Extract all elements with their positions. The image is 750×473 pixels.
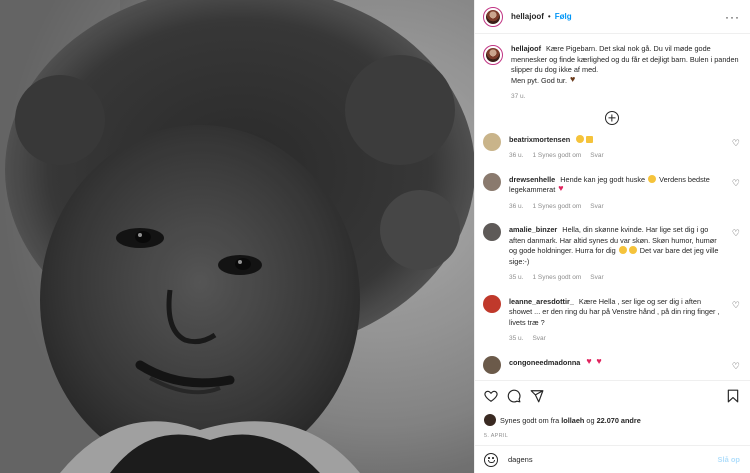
caption-username[interactable]: hellajoof — [511, 44, 541, 53]
grinning-emoji-icon — [628, 246, 637, 254]
comment-item: drewsenhelle Hende kan jeg godt huske Ve… — [483, 172, 740, 213]
smiley-icon[interactable] — [484, 452, 498, 467]
heart-icon[interactable] — [484, 389, 498, 403]
heart-icon[interactable]: ♡ — [728, 300, 740, 311]
load-more-comments — [483, 110, 740, 125]
grinning-emoji-icon — [576, 134, 585, 143]
comment-item: amalie_binzer Hella, din skønne kvinde. … — [483, 223, 740, 284]
comment-age: 35 u. — [509, 274, 524, 281]
heart-eyes-emoji-icon — [618, 246, 627, 254]
share-icon[interactable] — [530, 389, 544, 403]
bookmark-icon[interactable] — [726, 389, 740, 403]
avatar — [484, 414, 496, 426]
comment-likes-count[interactable]: 1 Synes godt om — [532, 151, 581, 162]
comment-username[interactable]: drewsenhelle — [509, 175, 555, 184]
avatar[interactable] — [483, 223, 501, 241]
red-heart-emoji-icon — [558, 183, 566, 194]
caption-text: Kære Pigebarn. Det skal nok gå. Du vil m… — [511, 44, 739, 74]
likes-summary[interactable]: Synes godt om fra lollaeh og 22.070 andr… — [484, 414, 740, 426]
brown-heart-emoji-icon — [570, 74, 578, 85]
comment-likes-count[interactable]: 1 Synes godt om — [532, 273, 581, 284]
post-actions: Synes godt om fra lollaeh og 22.070 andr… — [475, 380, 750, 439]
reply-button[interactable]: Svar — [590, 273, 603, 284]
comment-item: leanne_aresdottir_ Kære Hella , ser lige… — [483, 294, 740, 345]
comment-username[interactable]: congoneedmadonna — [509, 358, 580, 367]
plus-circle-icon[interactable] — [604, 110, 619, 125]
comment-icon[interactable] — [507, 389, 521, 403]
comment-username[interactable]: beatrixmortensen — [509, 135, 570, 144]
reply-button[interactable]: Svar — [532, 334, 545, 345]
add-comment-bar: Slå op — [475, 445, 750, 473]
comment-age: 35 u. — [509, 335, 524, 342]
more-options-icon[interactable]: ··· — [725, 11, 740, 23]
heart-icon[interactable]: ♡ — [728, 228, 740, 239]
comment-username[interactable]: leanne_aresdottir_ — [509, 297, 574, 306]
likes-conj: og — [586, 415, 595, 425]
separator-dot: • — [547, 12, 551, 21]
reply-button[interactable]: Svar — [590, 202, 603, 213]
avatar[interactable] — [483, 294, 501, 313]
caption-text-2: Men pyt. God tur. — [511, 75, 567, 85]
caption-age: 37 u. — [511, 93, 526, 100]
comment-item: beatrixmortensen 36 u. 1 Synes godt om S… — [483, 132, 740, 162]
post-detail-panel: hellajoof • Følg ··· hellajoof Kære Pige… — [474, 0, 750, 473]
author-username[interactable]: hellajoof — [511, 12, 544, 21]
comment-text: Hende kan jeg godt huske — [560, 174, 646, 184]
post-caption: hellajoof Kære Pigebarn. Det skal nok gå… — [483, 44, 740, 103]
post-date: 5. APRIL — [484, 433, 509, 439]
comment-likes-count[interactable]: 1 Synes godt om — [532, 202, 581, 213]
heart-icon[interactable]: ♡ — [728, 178, 740, 189]
comment-age: 36 u. — [509, 152, 524, 159]
avatar[interactable] — [483, 355, 501, 374]
red-heart-emoji-icon — [586, 356, 594, 367]
likes-count[interactable]: 22.070 andre — [597, 416, 641, 425]
comment-item: congoneedmadonna ♡ — [483, 355, 740, 374]
comments-list[interactable]: hellajoof Kære Pigebarn. Det skal nok gå… — [475, 35, 750, 378]
thumbs-up-emoji-icon — [586, 135, 594, 143]
heart-icon[interactable]: ♡ — [728, 361, 740, 372]
heart-icon[interactable]: ♡ — [728, 138, 740, 149]
star-struck-emoji-icon — [648, 174, 657, 183]
avatar[interactable] — [483, 172, 501, 191]
avatar[interactable] — [483, 6, 503, 27]
red-heart-emoji-icon — [596, 356, 604, 367]
comment-age: 36 u. — [509, 202, 524, 210]
reply-button[interactable]: Svar — [590, 151, 603, 162]
post-comment-button[interactable]: Slå op — [717, 455, 740, 464]
avatar[interactable] — [483, 132, 501, 151]
post-photo[interactable] — [0, 0, 474, 473]
likes-prefix: Synes godt om fra — [500, 415, 560, 425]
follow-button[interactable]: Følg — [555, 12, 572, 21]
post-header: hellajoof • Følg ··· — [475, 0, 750, 34]
liked-by-user[interactable]: lollaeh — [561, 416, 584, 425]
avatar[interactable] — [483, 45, 503, 65]
comment-username[interactable]: amalie_binzer — [509, 225, 557, 234]
comment-input[interactable] — [508, 455, 718, 464]
portrait-photo — [0, 0, 474, 473]
